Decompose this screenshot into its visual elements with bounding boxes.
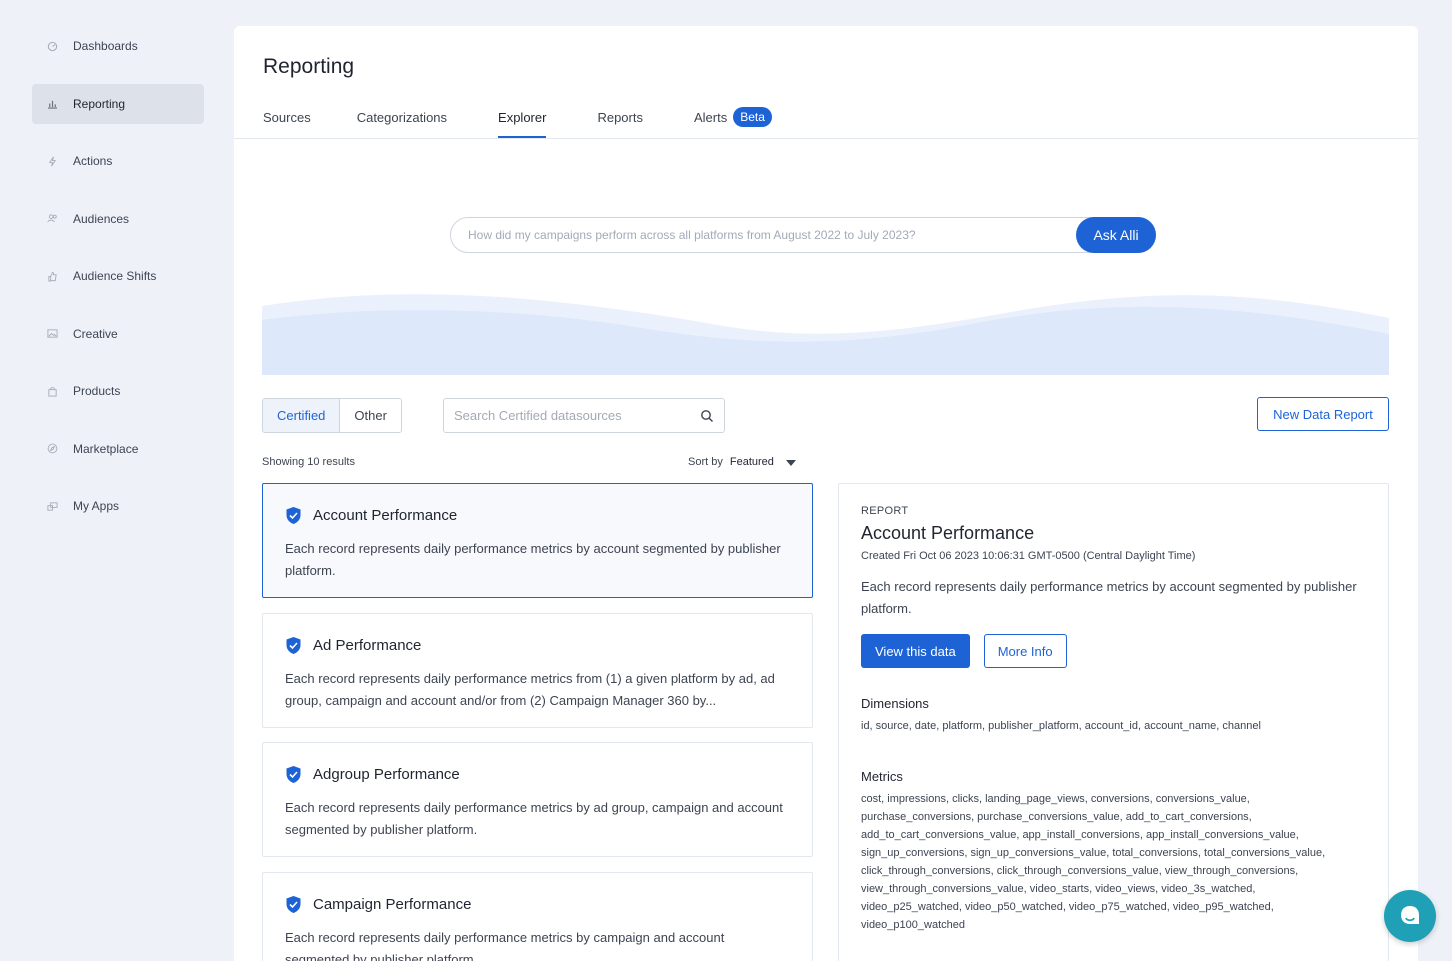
other-toggle[interactable]: Other [340,399,401,432]
sidebar-item-marketplace[interactable]: Marketplace [32,429,204,469]
ask-alli-button[interactable]: Ask Alli [1076,217,1156,253]
card-title: Campaign Performance [313,896,472,913]
dimensions-heading: Dimensions [861,696,929,711]
sort-label: Sort by [688,456,723,468]
dashboard-icon [46,40,58,52]
search-input[interactable] [444,399,724,432]
detail-actions: View this data More Info [861,634,1366,668]
metrics-line: sign_up_conversions, sign_up_conversions… [861,847,1326,859]
bag-icon [46,385,58,397]
apps-icon [46,500,58,512]
sidebar-item-label: Marketplace [73,441,139,456]
metrics-line: video_p25_watched, video_p50_watched, vi… [861,901,1274,913]
chat-launcher-button[interactable] [1384,890,1436,942]
metrics-line: purchase_conversions, purchase_conversio… [861,811,1252,823]
list-item[interactable]: Ad Performance Each record represents da… [262,613,813,728]
list-item[interactable]: Account Performance Each record represen… [262,483,813,598]
sort-select[interactable]: Featured [730,456,774,468]
tab-label: Alerts [693,110,728,125]
card-description: Each record represents daily performance… [285,930,725,961]
sidebar-item-label: Dashboards [73,39,138,53]
tab-sources[interactable]: Sources [263,108,311,138]
card-description: Each record represents daily performance… [285,541,781,578]
sidebar-item-creative[interactable]: Creative [32,314,204,354]
main-panel: Reporting Sources Categorizations Explor… [234,26,1418,961]
card-title: Ad Performance [313,637,422,654]
list-item[interactable]: Adgroup Performance Each record represen… [262,742,813,857]
sidebar-item-label: Actions [73,154,113,168]
card-title: Account Performance [313,507,458,524]
tabs-divider [234,138,1418,139]
metrics-line: view_through_conversions_value, video_st… [861,883,1256,895]
sidebar-item-reporting[interactable]: Reporting [32,83,204,124]
sidebar: Dashboards Reporting Actions Audiences A… [32,26,204,544]
sidebar-item-audiences[interactable]: Audiences [32,199,204,239]
sidebar-item-label: Products [73,384,121,398]
metrics-line: click_through_conversions, click_through… [861,865,1299,877]
ask-input[interactable] [450,217,1156,253]
certified-shield-icon [286,766,301,783]
detail-eyebrow: REPORT [861,505,909,517]
tab-reports[interactable]: Reports [597,108,643,138]
bar-chart-icon [46,98,58,110]
tab-label: Sources [263,110,311,125]
metrics-line: add_to_cart_conversions_value, app_insta… [861,829,1299,841]
sidebar-item-my-apps[interactable]: My Apps [32,486,204,526]
card-description: Each record represents daily performance… [285,671,775,708]
compass-icon [46,443,58,455]
card-title: Adgroup Performance [313,766,460,783]
thumb-icon [46,270,58,282]
tab-alerts[interactable]: Alerts Beta [693,107,772,138]
datasource-toggle: Certified Other [262,398,402,433]
search-icon[interactable] [700,409,714,423]
results-count: Showing 10 results [262,456,355,468]
sidebar-item-dashboards[interactable]: Dashboards [32,26,204,66]
certified-shield-icon [286,507,301,524]
metrics-list: cost, impressions, clicks, landing_page_… [861,790,1366,934]
tab-bar: Sources Categorizations Explorer Reports… [263,107,772,138]
people-icon [46,213,58,225]
sidebar-item-label: Reporting [73,96,126,111]
bolt-icon [46,155,58,167]
detail-created-date: Created Fri Oct 06 2023 10:06:31 GMT-050… [861,550,1196,562]
tab-label: Categorizations [356,110,448,125]
card-description: Each record represents daily performance… [285,800,783,837]
ask-bar: Ask Alli [450,217,1156,253]
new-data-report-button[interactable]: New Data Report [1257,397,1389,431]
sidebar-item-actions[interactable]: Actions [32,141,204,181]
beta-badge: Beta [733,107,772,127]
wave-decoration [262,294,1389,375]
page-title: Reporting [263,55,355,78]
list-item[interactable]: Campaign Performance Each record represe… [262,872,813,961]
metrics-line: cost, impressions, clicks, landing_page_… [861,793,1250,805]
image-icon [46,328,58,340]
dimensions-list: id, source, date, platform, publisher_pl… [861,720,1261,732]
metrics-heading: Metrics [861,769,903,784]
sidebar-item-products[interactable]: Products [32,371,204,411]
sidebar-item-audience-shifts[interactable]: Audience Shifts [32,256,204,296]
tab-categorizations[interactable]: Categorizations [357,108,447,138]
sidebar-item-label: My Apps [73,499,120,513]
detail-description: Each record represents daily performance… [861,579,1357,616]
certified-shield-icon [286,896,301,913]
chat-bubble-icon [1401,906,1419,924]
report-detail-panel: REPORT Account Performance Created Fri O… [838,483,1389,961]
tab-label: Reports [597,110,643,125]
detail-title: Account Performance [861,523,1035,543]
more-info-button[interactable]: More Info [983,634,1067,668]
sidebar-item-label: Audience Shifts [73,269,157,283]
view-data-button[interactable]: View this data [861,634,970,668]
datasource-search [443,398,725,433]
sidebar-item-label: Audiences [73,211,130,226]
tab-explorer[interactable]: Explorer [498,108,547,138]
sort-control: Sort by Featured [688,456,796,468]
chevron-down-icon[interactable] [785,460,796,466]
sidebar-item-label: Creative [73,326,118,341]
metrics-line: video_p100_watched [861,919,965,931]
certified-shield-icon [286,637,301,654]
tab-label: Explorer [498,110,547,125]
certified-toggle[interactable]: Certified [263,399,341,432]
